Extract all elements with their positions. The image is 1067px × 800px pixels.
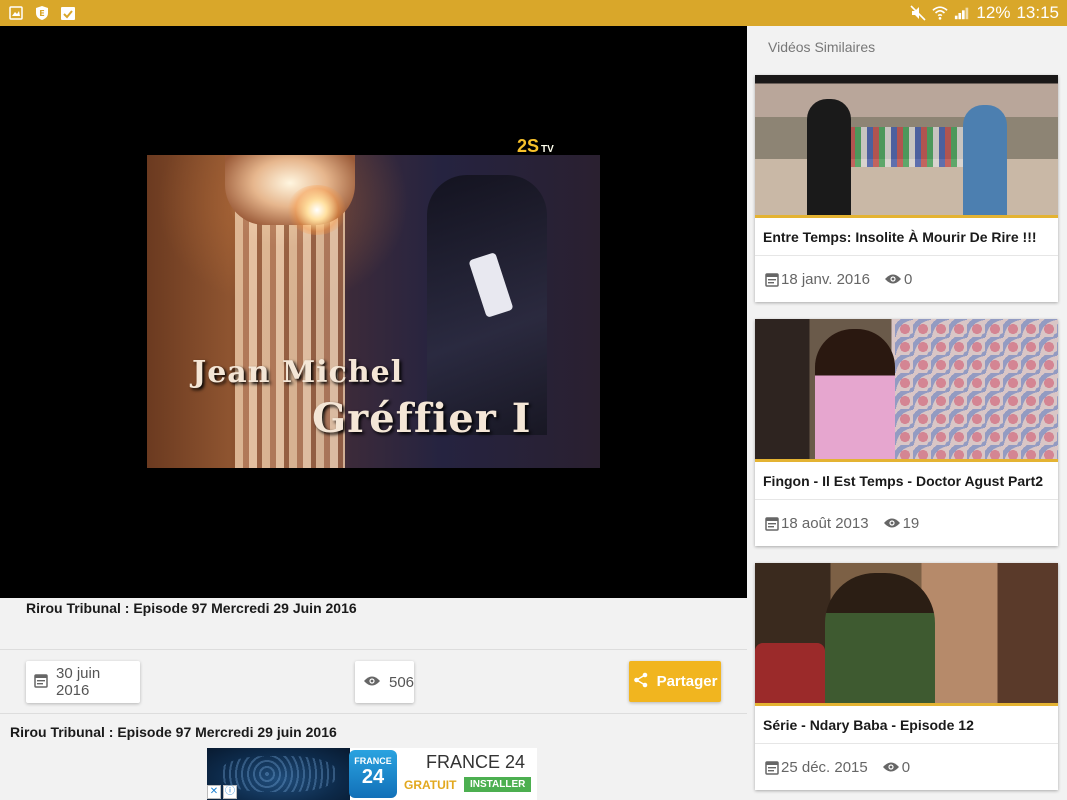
video-date: 30 juin 2016 (56, 665, 101, 699)
similar-video-card[interactable]: Fingon - Il Est Temps - Doctor Agust Par… (755, 319, 1058, 546)
clipboard-check-icon (60, 5, 76, 21)
similar-video-date: 18 août 2013 (765, 515, 869, 532)
similar-video-views-text: 0 (903, 270, 913, 288)
clock: 13:15 (1016, 3, 1059, 22)
channel-logo: 2S TV (517, 136, 554, 157)
video-title: Rirou Tribunal : Episode 97 Mercredi 29 … (26, 600, 357, 616)
share-label: Partager (656, 673, 718, 690)
calendar-icon (765, 516, 779, 531)
ad-banner[interactable]: FRANCE 24 FRANCE 24 GRATUIT INSTALLER ✕ … (207, 748, 537, 800)
eye-icon (883, 518, 900, 528)
calendar-icon (765, 272, 779, 287)
ad-app-name: FRANCE 24 (426, 752, 526, 772)
signal-icon (954, 5, 970, 21)
similar-video-meta: 25 déc. 2015 0 (755, 744, 1058, 790)
video-frame: Jean Michel Gréffier I (147, 155, 600, 468)
similar-video-views-text: 0 (901, 758, 911, 776)
thumbnail-person-graphic (807, 99, 851, 215)
mute-icon (910, 5, 926, 21)
similar-video-meta: 18 janv. 2016 0 (755, 256, 1058, 302)
ad-info-icon[interactable]: ⓘ (223, 785, 237, 799)
similar-video-views: 19 (883, 514, 920, 532)
similar-videos-sidebar: Vidéos Similaires Entre Temps: Insolite … (747, 26, 1067, 800)
video-thumbnail[interactable] (755, 563, 1058, 706)
thumbnail-pattern-graphic (895, 319, 1058, 459)
status-bar-right: 12% 13:15 (910, 3, 1059, 23)
video-thumbnail[interactable] (755, 319, 1058, 462)
svg-text:E: E (39, 9, 44, 18)
similar-video-title[interactable]: Entre Temps: Insolite À Mourir De Rire !… (755, 218, 1058, 256)
similar-video-meta: 18 août 2013 19 (755, 500, 1058, 546)
light-flare-graphic (287, 185, 347, 235)
ad-logo-top: FRANCE (354, 756, 392, 766)
gallery-icon (8, 5, 24, 21)
eye-icon (363, 674, 381, 691)
similar-video-date-text: 25 déc. 2015 (781, 758, 868, 776)
calendar-icon (34, 673, 48, 692)
similar-video-title[interactable]: Série - Ndary Baba - Episode 12 (755, 706, 1058, 744)
ad-free-label: GRATUIT (404, 778, 457, 792)
video-views-chip: 506 (355, 661, 414, 703)
divider (0, 713, 747, 714)
thumbnail-person-graphic (815, 329, 895, 459)
video-description-title: Rirou Tribunal : Episode 97 Mercredi 29 … (10, 724, 337, 740)
similar-video-date: 25 déc. 2015 (765, 759, 868, 776)
eye-icon (884, 274, 901, 284)
ad-close-icon[interactable]: ✕ (207, 785, 221, 799)
calendar-icon (765, 760, 779, 775)
similar-video-card[interactable]: Série - Ndary Baba - Episode 12 25 déc. … (755, 563, 1058, 790)
divider (0, 649, 747, 650)
share-icon (633, 672, 649, 692)
video-player[interactable]: Jean Michel Gréffier I 2S TV (0, 26, 747, 598)
ad-controls: ✕ ⓘ (207, 785, 237, 799)
similar-video-date-text: 18 janv. 2016 (781, 270, 870, 288)
video-caption-line2: Gréffier I (312, 395, 532, 442)
video-date-chip: 30 juin 2016 (26, 661, 140, 703)
battery-level: 12% (976, 3, 1011, 22)
thumbnail-person-graphic (825, 573, 935, 703)
video-views: 506 (389, 673, 415, 691)
status-bar: E 12% 13:15 (0, 0, 1067, 26)
share-button[interactable]: Partager (629, 661, 721, 702)
similar-video-views: 0 (884, 271, 912, 288)
sidebar-heading: Vidéos Similaires (768, 39, 876, 55)
ad-install-button[interactable]: INSTALLER (464, 777, 532, 792)
thumbnail-chair-graphic (755, 643, 825, 703)
thumbnail-person-graphic (963, 105, 1007, 215)
video-caption-line1: Jean Michel (192, 355, 404, 390)
shield-icon: E (34, 5, 50, 21)
video-thumbnail[interactable] (755, 75, 1058, 218)
similar-video-title[interactable]: Fingon - Il Est Temps - Doctor Agust Par… (755, 462, 1058, 500)
france24-logo: FRANCE 24 (349, 750, 397, 798)
channel-logo-suffix: TV (541, 144, 554, 155)
similar-video-views: 0 (882, 759, 910, 776)
channel-logo-main: 2S (517, 136, 540, 156)
similar-video-views-text: 19 (902, 514, 920, 532)
status-bar-left-icons: E (8, 5, 76, 21)
ad-logo-bottom: 24 (361, 766, 385, 788)
similar-video-date: 18 janv. 2016 (765, 271, 870, 288)
eye-icon (882, 762, 899, 772)
similar-video-date-text: 18 août 2013 (781, 514, 869, 532)
wifi-icon (932, 5, 949, 21)
similar-video-card[interactable]: Entre Temps: Insolite À Mourir De Rire !… (755, 75, 1058, 302)
